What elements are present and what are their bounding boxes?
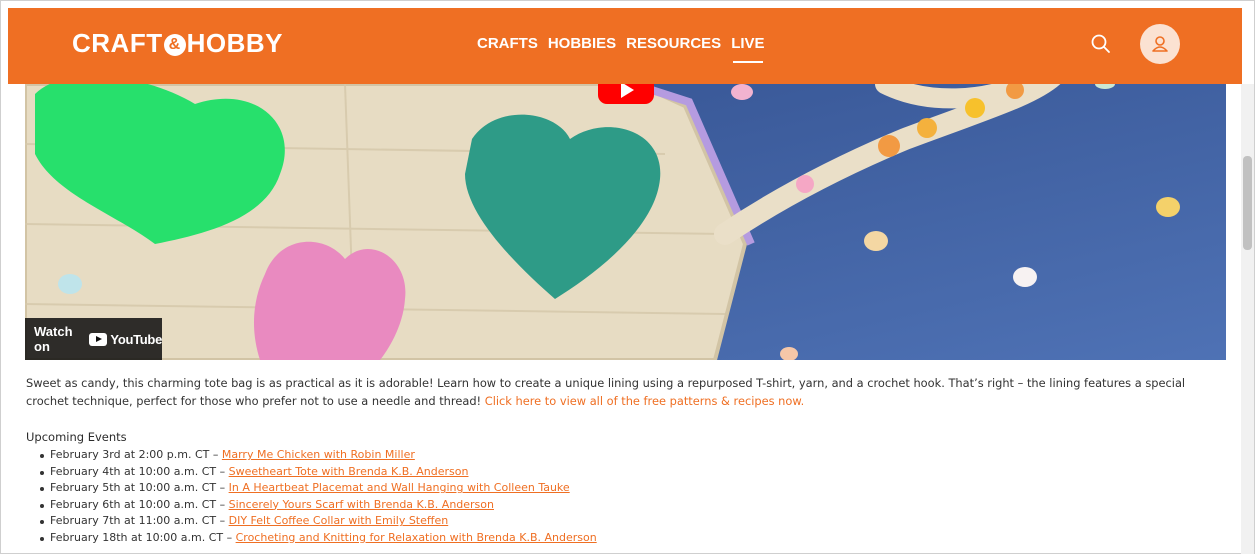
event-date: February 6th at 10:00 a.m. CT – [50,497,229,511]
event-link[interactable]: DIY Felt Coffee Collar with Emily Steffe… [229,514,449,527]
logo-craft: CRAFT [72,28,163,58]
list-item: February 3rd at 2:00 p.m. CT – Marry Me … [40,447,597,464]
event-date: February 7th at 11:00 a.m. CT – [50,514,229,528]
event-link[interactable]: Crocheting and Knitting for Relaxation w… [236,531,597,544]
list-item: February 5th at 10:00 a.m. CT – In A Hea… [40,480,597,497]
video-embed[interactable]: Watch on YouTube [25,84,1226,360]
list-item: February 18th at 10:00 a.m. CT – Crochet… [40,530,597,547]
video-thumbnail [25,84,1226,360]
events-list: February 3rd at 2:00 p.m. CT – Marry Me … [40,447,597,547]
event-date: February 4th at 10:00 a.m. CT – [50,464,229,478]
event-link[interactable]: Sweetheart Tote with Brenda K.B. Anderso… [229,465,469,478]
account-button[interactable] [1140,24,1180,64]
scrollbar[interactable] [1241,84,1254,554]
youtube-label: YouTube [110,331,162,347]
free-patterns-link[interactable]: Click here to view all of the free patte… [485,394,805,408]
list-item: February 7th at 11:00 a.m. CT – DIY Felt… [40,513,597,530]
event-link[interactable]: Sincerely Yours Scarf with Brenda K.B. A… [229,498,494,511]
watch-on-label: Watch on [34,324,73,354]
event-link[interactable]: Marry Me Chicken with Robin Miller [222,448,415,461]
search-icon [1091,34,1110,53]
event-link[interactable]: In A Heartbeat Placemat and Wall Hanging… [229,481,570,494]
user-icon [1152,36,1168,52]
scrollbar-thumb[interactable] [1243,156,1252,250]
list-item: February 4th at 10:00 a.m. CT – Sweethea… [40,464,597,481]
nav-hobbies[interactable]: HOBBIES [548,35,616,52]
list-item: February 6th at 10:00 a.m. CT – Sincerel… [40,497,597,514]
description: Sweet as candy, this charming tote bag i… [26,374,1226,410]
event-date: February 18th at 10:00 a.m. CT – [50,530,236,544]
main-nav: CRAFTS HOBBIES RESOURCES LIVE [477,35,765,63]
site-logo[interactable]: CRAFT & HOBBY [72,28,283,59]
event-date: February 5th at 10:00 a.m. CT – [50,481,229,495]
play-icon[interactable] [598,84,654,104]
nav-resources[interactable]: RESOURCES [626,35,721,52]
search-button[interactable] [1089,32,1113,56]
watch-on-youtube-button[interactable]: Watch on YouTube [25,318,162,360]
site-header: CRAFT & HOBBY CRAFTS HOBBIES RESOURCES LIV… [8,8,1242,84]
logo-ampersand: & [163,34,186,56]
nav-crafts[interactable]: CRAFTS [477,35,538,52]
nav-live[interactable]: LIVE [731,35,765,63]
logo-hobby: HOBBY [186,28,283,58]
event-date: February 3rd at 2:00 p.m. CT – [50,448,222,461]
youtube-play-mark [89,332,108,346]
youtube-icon: YouTube [89,332,162,347]
upcoming-events-heading: Upcoming Events [26,430,127,444]
